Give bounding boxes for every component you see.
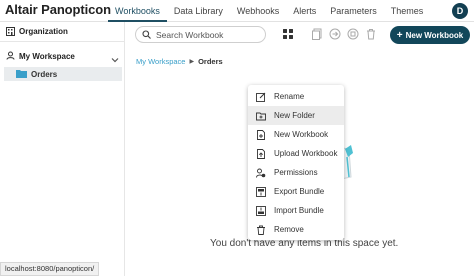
tab-workbooks[interactable]: Workbooks [108,0,167,22]
menu-item-import-bundle[interactable]: Import Bundle [248,201,344,220]
menu-item-label: Permissions [274,168,318,177]
import-icon [256,205,266,216]
breadcrumb-current: Orders [198,57,223,66]
permissions-icon [256,168,266,178]
tab-parameters[interactable]: Parameters [323,0,384,22]
menu-item-new-workbook[interactable]: New Workbook [248,125,344,144]
workspace-label: My Workspace [19,51,75,61]
tab-data-library[interactable]: Data Library [167,0,230,22]
organization-label: Organization [19,27,68,36]
organization-icon [6,23,15,41]
new-folder-icon [256,111,266,121]
menu-item-new-folder[interactable]: New Folder [248,106,344,125]
sidebar: Organization My Workspace Orders [0,22,125,276]
status-bar-url: localhost:8080/panopticon/ [0,262,100,276]
breadcrumb-root[interactable]: My Workspace [136,57,185,66]
menu-item-label: Export Bundle [274,187,325,196]
menu-item-label: Upload Workbook [274,149,338,158]
menu-item-label: Import Bundle [274,206,324,215]
search-box[interactable] [135,26,266,43]
top-bar: Altair Panopticon Workbooks Data Library… [0,0,474,22]
menu-item-remove[interactable]: Remove [248,220,344,239]
menu-item-label: New Folder [274,111,315,120]
new-workbook-button[interactable]: + New Workbook [390,26,470,44]
organization-row[interactable]: Organization [0,22,125,42]
new-workbook-label: New Workbook [405,30,464,40]
search-icon [142,26,151,44]
menu-item-label: Remove [274,225,304,234]
breadcrumb-arrow-icon: ▶ [189,59,195,65]
menu-item-rename[interactable]: Rename [248,87,344,106]
search-input[interactable] [156,29,256,40]
folder-label: Orders [31,69,58,79]
edit-icon [256,92,266,102]
folder-icon [16,65,27,83]
delete-icon[interactable] [364,27,378,41]
app-brand: Altair Panopticon [5,2,111,17]
export-icon [256,186,266,197]
plus-icon: + [396,29,403,41]
menu-item-upload-workbook[interactable]: Upload Workbook [248,144,344,163]
copy-icon[interactable] [310,27,324,41]
tab-themes[interactable]: Themes [384,0,431,22]
user-icon [6,47,15,65]
main-nav-tabs: Workbooks Data Library Webhooks Alerts P… [108,0,430,22]
breadcrumb: My Workspace ▶ Orders [136,57,223,66]
upload-icon [256,148,266,159]
menu-item-label: Rename [274,92,305,101]
context-menu: Rename New Folder New Workbook Upload Wo… [248,85,344,240]
menu-item-export-bundle[interactable]: Export Bundle [248,182,344,201]
new-workbook-icon [256,129,266,140]
tab-alerts[interactable]: Alerts [286,0,323,22]
workspace-row[interactable]: My Workspace [0,47,125,65]
sidebar-item-orders[interactable]: Orders [4,67,122,81]
menu-item-label: New Workbook [274,130,329,139]
refresh-icon[interactable] [328,27,342,41]
menu-item-permissions[interactable]: Permissions [248,163,344,182]
tab-webhooks[interactable]: Webhooks [230,0,286,22]
user-avatar[interactable]: D [452,3,468,19]
trash-icon [256,225,266,235]
move-icon[interactable] [346,27,360,41]
grid-icon[interactable] [281,27,295,41]
